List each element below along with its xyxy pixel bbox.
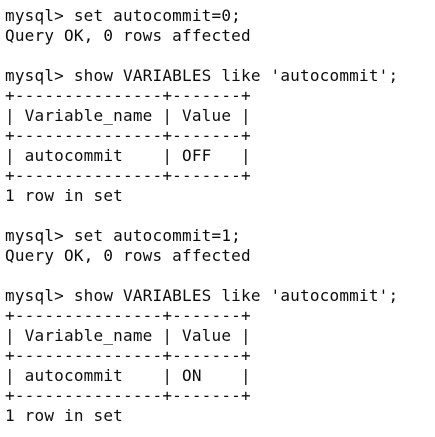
table-border: +---------------+-------+ (5, 126, 251, 145)
table-border: +---------------+-------+ (5, 386, 251, 405)
table-border: +---------------+-------+ (5, 346, 251, 365)
table-row: | autocommit | ON | (5, 366, 251, 385)
command-line: mysql> set autocommit=0; (5, 6, 241, 25)
table-header-row: | Variable_name | Value | (5, 326, 251, 345)
command-line: mysql> set autocommit=1; (5, 226, 241, 245)
result-line: Query OK, 0 rows affected (5, 26, 251, 45)
table-border: +---------------+-------+ (5, 166, 251, 185)
result-line: 1 row in set (5, 186, 123, 205)
mysql-terminal-output: mysql> set autocommit=0; Query OK, 0 row… (5, 6, 433, 426)
table-row: | autocommit | OFF | (5, 146, 251, 165)
table-border: +---------------+-------+ (5, 86, 251, 105)
command-line: mysql> show VARIABLES like 'autocommit'; (5, 66, 399, 85)
table-header-row: | Variable_name | Value | (5, 106, 251, 125)
result-line: Query OK, 0 rows affected (5, 246, 251, 265)
command-line: mysql> show VARIABLES like 'autocommit'; (5, 286, 399, 305)
table-border: +---------------+-------+ (5, 306, 251, 325)
result-line: 1 row in set (5, 406, 123, 425)
